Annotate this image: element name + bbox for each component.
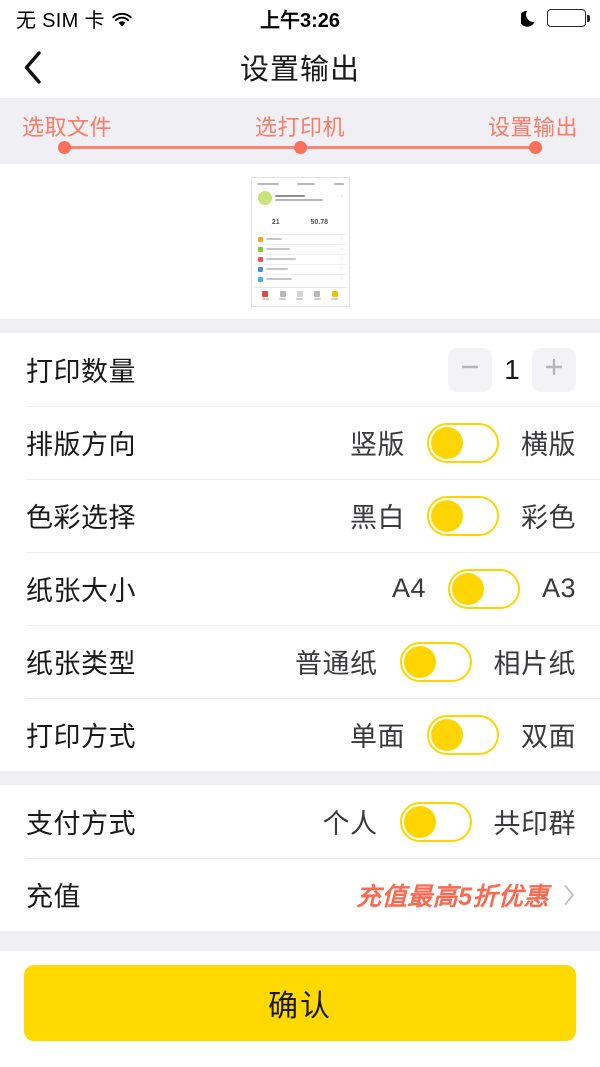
confirm-button[interactable]: 确认 — [24, 965, 576, 1041]
toggle-knob — [452, 573, 484, 605]
navigation-bar: 设置输出 — [0, 36, 600, 98]
row-label-paper-type: 纸张类型 — [26, 642, 136, 681]
step-label-select-file[interactable]: 选取文件 — [22, 110, 112, 142]
row-label-layout-orientation: 排版方向 — [26, 423, 136, 462]
thumbnail-avatar — [258, 191, 272, 205]
row-label-print-quantity: 打印数量 — [26, 350, 136, 389]
quantity-increment-button[interactable] — [532, 348, 576, 392]
bottom-spacer — [0, 931, 600, 951]
option-left-print-method[interactable]: 单面 — [350, 715, 405, 754]
thumbnail-amount-2: 50.78 — [311, 219, 329, 226]
step-dot-3 — [529, 141, 542, 154]
step-track — [64, 146, 536, 149]
row-payment-method: 支付方式 个人 共印群 — [0, 785, 600, 858]
toggle-knob — [431, 500, 463, 532]
section-divider — [0, 319, 600, 333]
step-progress-indicator: 选取文件 选打印机 设置输出 — [0, 98, 600, 164]
row-layout-orientation: 排版方向 竖版 横版 — [0, 406, 600, 479]
minus-icon — [459, 356, 481, 383]
payment-settings-group: 支付方式 个人 共印群 充值 充值最高5折优惠 — [0, 785, 600, 931]
row-print-quantity: 打印数量 1 — [0, 333, 600, 406]
document-thumbnail[interactable]: › 21 50.78 › — [251, 177, 350, 307]
toggle-knob — [431, 427, 463, 459]
thumbnail-tab-bar — [255, 287, 346, 303]
option-left-paper-type[interactable]: 普通纸 — [295, 642, 378, 681]
chevron-left-icon — [23, 51, 42, 84]
toggle-print-method[interactable] — [427, 715, 499, 755]
quantity-decrement-button[interactable] — [448, 348, 492, 392]
option-right-color-selection[interactable]: 彩色 — [521, 496, 576, 535]
step-label-select-printer[interactable]: 选打印机 — [255, 110, 345, 142]
toggle-payment-method[interactable] — [400, 802, 472, 842]
quantity-stepper: 1 — [448, 348, 576, 392]
toggle-knob — [404, 646, 436, 678]
option-right-paper-type[interactable]: 相片纸 — [494, 642, 577, 681]
toggle-paper-type[interactable] — [400, 642, 472, 682]
document-preview-area: › 21 50.78 › — [0, 164, 600, 319]
footer-bar: 确认 — [0, 951, 600, 1067]
plus-icon — [543, 356, 565, 383]
toggle-layout-orientation[interactable] — [427, 423, 499, 463]
thumbnail-list-rows: › › › › — [255, 234, 346, 287]
status-bar-clock: 上午3:26 — [0, 4, 600, 33]
toggle-paper-size[interactable] — [448, 569, 520, 609]
step-label-set-output[interactable]: 设置输出 — [488, 110, 578, 142]
thumbnail-row: › — [255, 264, 346, 274]
thumbnail-amounts: 21 50.78 — [255, 208, 346, 234]
recharge-promo-text: 充值最高5折优惠 — [356, 877, 549, 913]
section-divider — [0, 771, 600, 785]
toggle-color-selection[interactable] — [427, 496, 499, 536]
option-left-layout-orientation[interactable]: 竖版 — [350, 423, 405, 462]
row-label-paper-size: 纸张大小 — [26, 569, 136, 608]
status-bar: 无 SIM 卡 上午3:26 — [0, 0, 600, 36]
thumbnail-row: › — [255, 274, 346, 284]
battery-icon — [547, 9, 586, 27]
phone-screen: 无 SIM 卡 上午3:26 — [0, 0, 600, 1067]
thumbnail-account-header: › — [255, 187, 346, 208]
step-labels: 选取文件 选打印机 设置输出 — [0, 98, 600, 142]
thumbnail-row: › — [255, 244, 346, 254]
option-right-print-method[interactable]: 双面 — [521, 715, 576, 754]
quantity-value: 1 — [492, 354, 532, 386]
row-label-payment-method: 支付方式 — [26, 802, 136, 841]
row-label-print-method: 打印方式 — [26, 715, 136, 754]
toggle-knob — [404, 806, 436, 838]
toggle-knob — [431, 719, 463, 751]
print-settings-group: 打印数量 1 排版方向 — [0, 333, 600, 771]
row-recharge[interactable]: 充值 充值最高5折优惠 — [0, 858, 600, 931]
row-paper-type: 纸张类型 普通纸 相片纸 — [0, 625, 600, 698]
thumbnail-amount-1: 21 — [272, 219, 280, 226]
back-button[interactable] — [0, 36, 64, 98]
thumbnail-row: › — [255, 234, 346, 244]
option-left-payment-method[interactable]: 个人 — [323, 802, 378, 841]
chevron-right-icon — [563, 884, 576, 906]
step-dot-2 — [294, 141, 307, 154]
option-right-layout-orientation[interactable]: 横版 — [521, 423, 576, 462]
option-right-paper-size[interactable]: A3 — [542, 573, 576, 604]
option-left-paper-size[interactable]: A4 — [392, 573, 426, 604]
row-label-color-selection: 色彩选择 — [26, 496, 136, 535]
row-paper-size: 纸张大小 A4 A3 — [0, 552, 600, 625]
step-dot-1 — [58, 141, 71, 154]
row-color-selection: 色彩选择 黑白 彩色 — [0, 479, 600, 552]
option-left-color-selection[interactable]: 黑白 — [350, 496, 405, 535]
row-print-method: 打印方式 单面 双面 — [0, 698, 600, 771]
thumbnail-row: › — [255, 254, 346, 264]
page-title: 设置输出 — [0, 46, 600, 88]
moon-icon — [521, 9, 538, 27]
row-label-recharge: 充值 — [26, 875, 81, 914]
status-bar-right — [521, 9, 586, 27]
option-right-payment-method[interactable]: 共印群 — [494, 802, 577, 841]
